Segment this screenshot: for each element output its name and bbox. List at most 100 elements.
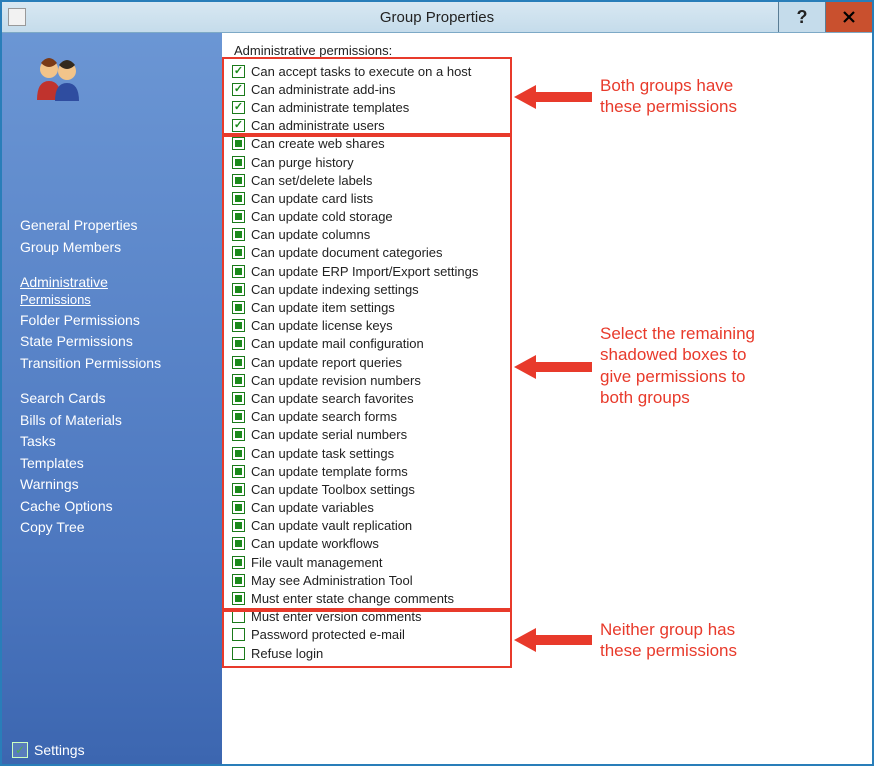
sidebar-item[interactable]: Templates xyxy=(20,453,222,475)
permission-row: Can update Toolbox settings xyxy=(232,480,864,498)
window-title: Group Properties xyxy=(2,9,872,26)
permission-label: Can update indexing settings xyxy=(251,282,419,297)
permission-checkbox[interactable] xyxy=(232,501,245,514)
permission-row: Can update revision numbers xyxy=(232,371,864,389)
permission-checkbox[interactable] xyxy=(232,447,245,460)
sidebar-item[interactable]: Transition Permissions xyxy=(20,353,222,375)
permission-checkbox[interactable] xyxy=(232,465,245,478)
permission-checkbox[interactable] xyxy=(232,337,245,350)
permission-row: Can administrate users xyxy=(232,117,864,135)
close-button[interactable] xyxy=(825,2,872,32)
permission-checkbox[interactable] xyxy=(232,301,245,314)
window-controls: ? xyxy=(778,2,872,32)
permission-checkbox[interactable] xyxy=(232,628,245,641)
permission-checkbox[interactable] xyxy=(232,647,245,660)
permission-label: Can update task settings xyxy=(251,446,394,461)
permission-label: Can update workflows xyxy=(251,536,379,551)
sidebar-item[interactable]: General Properties xyxy=(20,215,222,237)
permission-row: Can update cold storage xyxy=(232,208,864,226)
permission-row: Can accept tasks to execute on a host xyxy=(232,62,864,80)
permission-row: Can update columns xyxy=(232,226,864,244)
permission-checkbox[interactable] xyxy=(232,246,245,259)
sidebar-item-label: Search Cards xyxy=(20,390,106,406)
permission-label: Can update serial numbers xyxy=(251,427,407,442)
permission-row: Can update report queries xyxy=(232,353,864,371)
permission-checkbox[interactable] xyxy=(232,428,245,441)
permission-checkbox[interactable] xyxy=(232,410,245,423)
permission-label: Can update search forms xyxy=(251,409,397,424)
permission-checkbox[interactable] xyxy=(232,83,245,96)
permission-checkbox[interactable] xyxy=(232,519,245,532)
sidebar-item-label: Templates xyxy=(20,455,84,471)
permission-checkbox[interactable] xyxy=(232,192,245,205)
permission-label: Can update license keys xyxy=(251,318,393,333)
permission-checkbox[interactable] xyxy=(232,265,245,278)
permission-checkbox[interactable] xyxy=(232,119,245,132)
permission-checkbox[interactable] xyxy=(232,101,245,114)
permission-checkbox[interactable] xyxy=(232,319,245,332)
permission-label: Must enter state change comments xyxy=(251,591,454,606)
permission-row: Can update template forms xyxy=(232,462,864,480)
permission-row: Can create web shares xyxy=(232,135,864,153)
sidebar-item[interactable]: Copy Tree xyxy=(20,517,222,539)
permission-label: Can update report queries xyxy=(251,355,402,370)
sidebar-item-label: Warnings xyxy=(20,476,79,492)
help-button[interactable]: ? xyxy=(778,2,825,32)
settings-label: Settings xyxy=(34,742,85,758)
group-properties-window: Group Properties ? General Properties Gro… xyxy=(0,0,874,766)
permission-label: Can set/delete labels xyxy=(251,173,372,188)
permission-row: Can administrate templates xyxy=(232,98,864,116)
permission-label: Can purge history xyxy=(251,155,354,170)
permission-label: Can update columns xyxy=(251,227,370,242)
permission-row: Can update card lists xyxy=(232,189,864,207)
titlebar: Group Properties ? xyxy=(2,2,872,33)
permission-label: Can administrate users xyxy=(251,118,385,133)
permission-label: Can update mail configuration xyxy=(251,336,424,351)
permission-row: Password protected e-mail xyxy=(232,626,864,644)
permission-checkbox[interactable] xyxy=(232,156,245,169)
sidebar-item[interactable]: Warnings xyxy=(20,474,222,496)
settings-row[interactable]: ✓ Settings xyxy=(12,742,85,758)
permission-row: Must enter version comments xyxy=(232,608,864,626)
permission-row: Refuse login xyxy=(232,644,864,662)
sidebar-item[interactable]: Search Cards xyxy=(20,388,222,410)
permission-row: Can purge history xyxy=(232,153,864,171)
sidebar-item[interactable]: Bills of Materials xyxy=(20,410,222,432)
permission-checkbox[interactable] xyxy=(232,556,245,569)
permission-checkbox[interactable] xyxy=(232,356,245,369)
permission-checkbox[interactable] xyxy=(232,228,245,241)
permission-label: Can update item settings xyxy=(251,300,395,315)
permission-checkbox[interactable] xyxy=(232,374,245,387)
permission-checkbox[interactable] xyxy=(232,574,245,587)
permission-checkbox[interactable] xyxy=(232,137,245,150)
permission-checkbox[interactable] xyxy=(232,65,245,78)
permission-checkbox[interactable] xyxy=(232,610,245,623)
sidebar-item[interactable]: Administrative Permissions xyxy=(20,272,222,310)
sidebar-item[interactable]: Folder Permissions xyxy=(20,310,222,332)
permission-row: Can update task settings xyxy=(232,444,864,462)
permission-row: File vault management xyxy=(232,553,864,571)
permission-row: Can update indexing settings xyxy=(232,280,864,298)
permission-checkbox[interactable] xyxy=(232,537,245,550)
sidebar-item[interactable]: State Permissions xyxy=(20,331,222,353)
system-icon xyxy=(8,8,26,26)
sidebar-item-sublabel: Permissions xyxy=(20,292,222,308)
permission-checkbox[interactable] xyxy=(232,392,245,405)
sidebar-item[interactable]: Tasks xyxy=(20,431,222,453)
permission-checkbox[interactable] xyxy=(232,483,245,496)
permission-checkbox[interactable] xyxy=(232,592,245,605)
permission-label: Can update revision numbers xyxy=(251,373,421,388)
permission-checkbox[interactable] xyxy=(232,283,245,296)
permission-row: Can update vault replication xyxy=(232,517,864,535)
sidebar-item[interactable]: Group Members xyxy=(20,237,222,259)
sidebar-item[interactable]: Cache Options xyxy=(20,496,222,518)
permission-label: Can update card lists xyxy=(251,191,373,206)
permission-label: Can update ERP Import/Export settings xyxy=(251,264,478,279)
permission-label: Refuse login xyxy=(251,646,323,661)
sidebar-item-label: Group Members xyxy=(20,239,121,255)
permission-row: Can update workflows xyxy=(232,535,864,553)
permission-checkbox[interactable] xyxy=(232,210,245,223)
permission-label: File vault management xyxy=(251,555,383,570)
permission-checkbox[interactable] xyxy=(232,174,245,187)
permission-label: Must enter version comments xyxy=(251,609,422,624)
